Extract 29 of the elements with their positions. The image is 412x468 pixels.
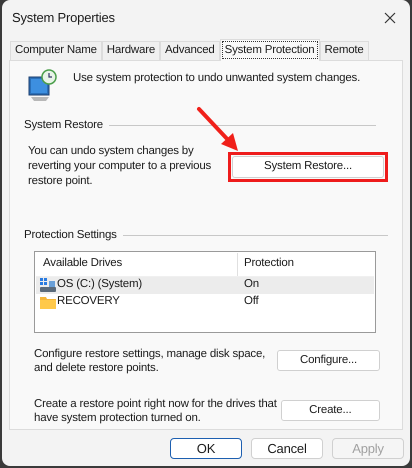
tab[interactable]: Computer Name	[10, 41, 102, 60]
close-icon	[384, 12, 396, 24]
column-header[interactable]: Available Drives	[36, 252, 238, 276]
dialog-button[interactable]: Cancel	[251, 438, 323, 459]
group-heading: System Restore	[24, 118, 104, 133]
computer-shield-icon	[27, 69, 59, 103]
drive-row[interactable]: RECOVERY Off	[36, 294, 374, 310]
intro-text: Use system protection to undo unwanted system changes.	[73, 71, 360, 86]
description-text: Create a restore point right now for the drives that have system protection turned on.	[34, 396, 278, 424]
folder-icon	[40, 295, 56, 309]
drive-icon	[40, 278, 56, 292]
column-header[interactable]: Protection	[238, 255, 294, 273]
description-text: You can undo system changes by reverting your computer to a previous restore point.	[28, 144, 212, 190]
configure-button[interactable]: Configure...	[277, 350, 380, 371]
protection-status: Off	[243, 294, 259, 310]
tab[interactable]: Hardware	[102, 41, 160, 60]
system-restore-button[interactable]: System Restore...	[232, 156, 384, 178]
tab[interactable]: System Protection	[220, 39, 320, 61]
drive-row[interactable]: OS (C:) (System) On	[36, 276, 374, 294]
window-title: System Properties	[12, 9, 115, 28]
drive-name: OS (C:) (System)	[57, 277, 142, 292]
group-heading: Protection Settings	[24, 228, 117, 244]
drive-name: RECOVERY	[57, 294, 120, 310]
description-text: Configure restore settings, manage disk space, and delete restore points.	[34, 346, 266, 374]
protection-status: On	[243, 277, 259, 292]
tab[interactable]: Advanced	[160, 41, 220, 60]
tab[interactable]: Remote	[320, 41, 369, 60]
create-button[interactable]: Create...	[280, 400, 380, 421]
dialog-button[interactable]: OK	[170, 438, 242, 459]
